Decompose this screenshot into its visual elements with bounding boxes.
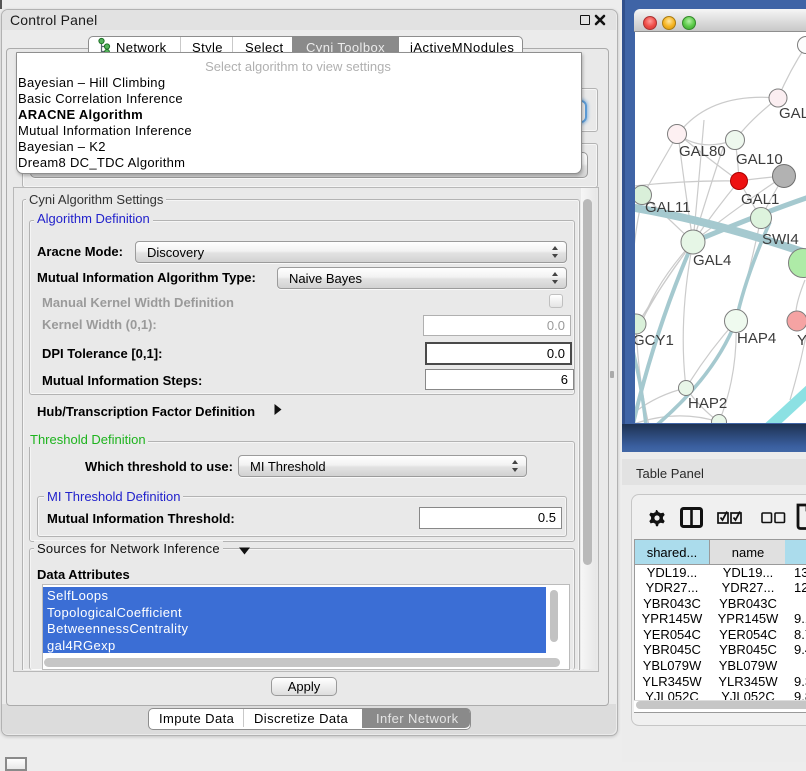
svg-text:GCY1: GCY1	[635, 332, 674, 349]
svg-text:GAL1: GAL1	[741, 191, 779, 208]
svg-text:Y: Y	[797, 332, 806, 349]
svg-text:SWI4: SWI4	[762, 231, 799, 248]
svg-text:GAL11: GAL11	[645, 199, 691, 216]
svg-text:GAL7: GAL7	[779, 105, 806, 122]
svg-text:HAP2: HAP2	[688, 395, 727, 412]
svg-text:GAL80: GAL80	[679, 143, 726, 160]
svg-text:GAL10: GAL10	[736, 151, 783, 168]
svg-text:HAP4: HAP4	[737, 330, 776, 347]
svg-text:GAL4: GAL4	[693, 252, 731, 269]
